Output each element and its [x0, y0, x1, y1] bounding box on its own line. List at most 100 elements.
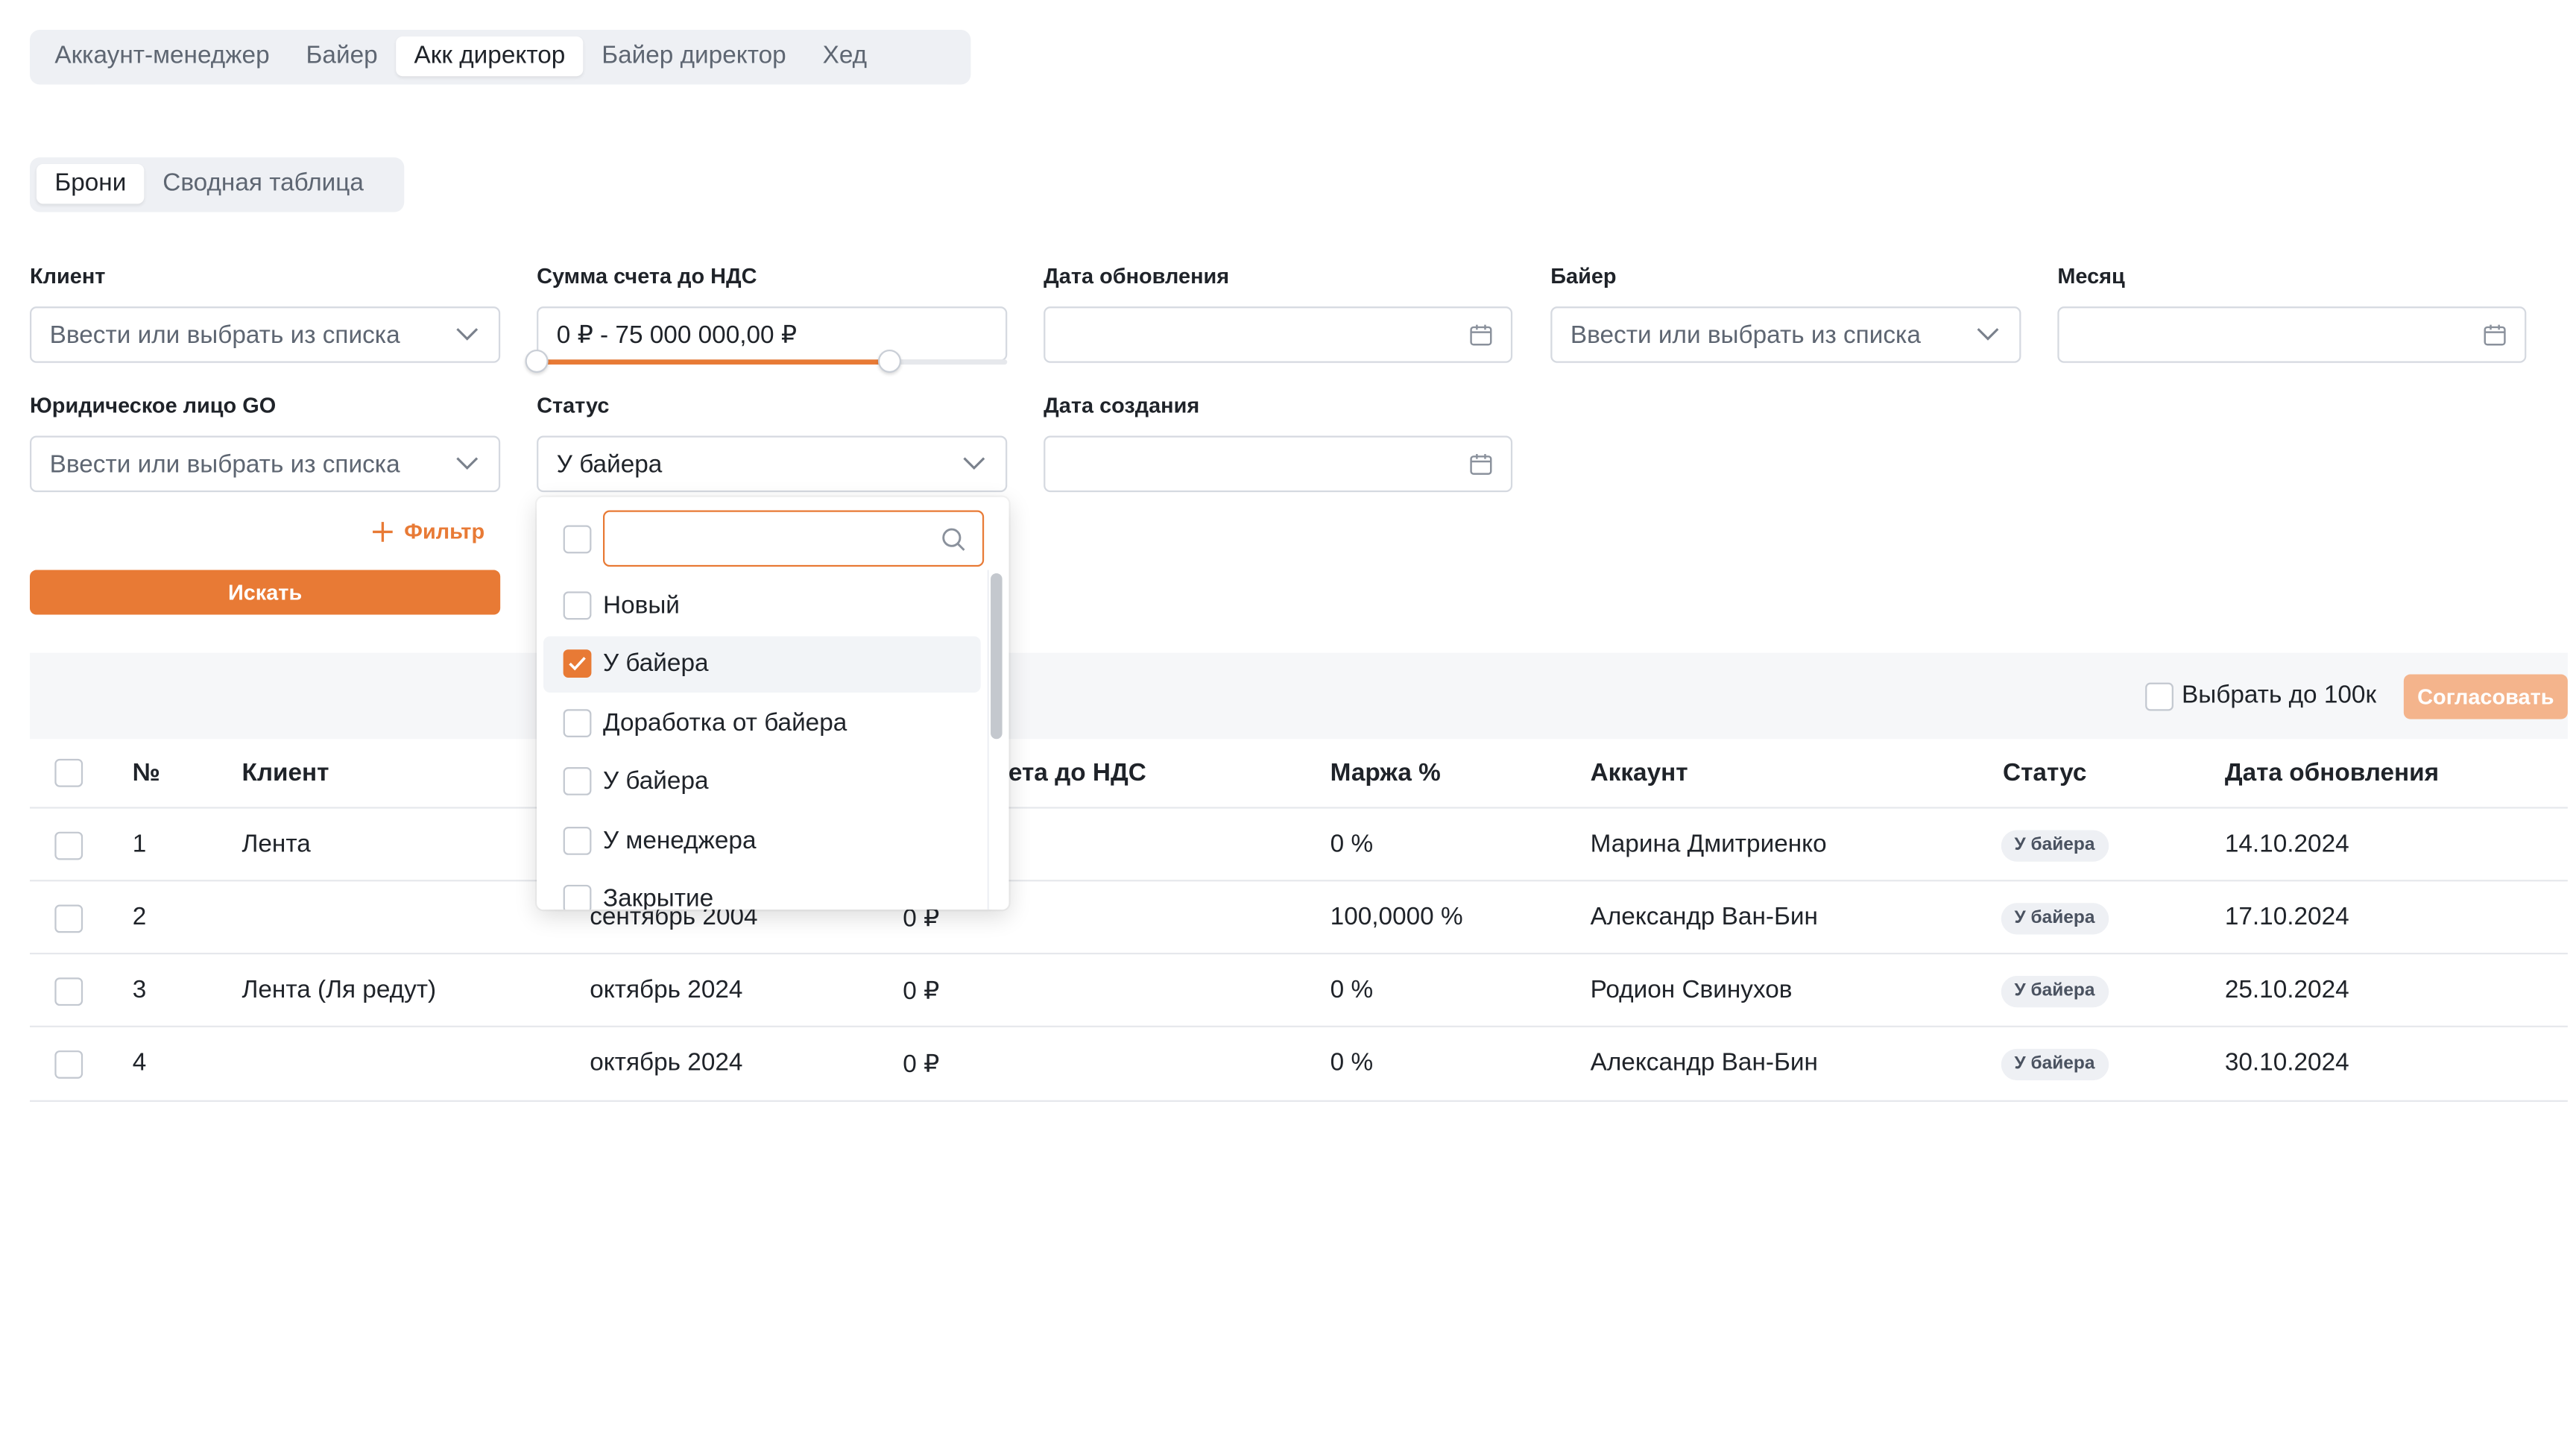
row-account: Александр Ван-Бин [1590, 903, 1818, 932]
status-option-closing[interactable]: Закрытие [543, 872, 981, 910]
row-month: октябрь 2024 [590, 976, 743, 1004]
status-badge: У байера [2001, 903, 2109, 935]
status-select-value: У байера [556, 450, 663, 479]
check-icon [569, 657, 586, 671]
status-option-buyer-revision[interactable]: Доработка от байера [543, 696, 981, 752]
tab-bookings[interactable]: Брони [36, 164, 145, 204]
status-option-at-buyer-2[interactable]: У байера [543, 754, 981, 810]
client-label: Клиент [30, 263, 106, 289]
approve-button[interactable]: Согласовать [2403, 674, 2568, 719]
option-checkbox[interactable] [563, 827, 592, 855]
table-row[interactable]: 2 сентябрь 2004 0 ₽ 100,0000 % Александр… [30, 880, 2568, 954]
client-select[interactable]: Ввести или выбрать из списка [30, 306, 501, 363]
chevron-down-icon [456, 328, 479, 341]
select-100k-label: Выбрать до 100к [2182, 681, 2377, 710]
month-label: Месяц [2057, 263, 2125, 289]
option-checkbox[interactable] [563, 884, 592, 910]
row-margin: 0 % [1330, 830, 1374, 859]
column-header-status: Статус [2003, 758, 2087, 787]
create-date-label: Дата создания [1044, 392, 1200, 418]
row-updated: 17.10.2024 [2224, 903, 2349, 932]
amount-slider-min-handle[interactable] [525, 349, 549, 374]
option-label: Новый [602, 591, 680, 620]
view-tabs: Брони Сводная таблица [30, 157, 405, 212]
row-number: 4 [132, 1048, 147, 1077]
chevron-down-icon [456, 457, 479, 470]
chevron-down-icon [963, 457, 985, 470]
status-badge: У байера [2001, 976, 2109, 1008]
row-checkbox[interactable] [54, 904, 83, 933]
status-search-input[interactable] [602, 510, 985, 567]
row-checkbox[interactable] [54, 831, 83, 860]
option-label: Закрытие [602, 884, 714, 910]
role-tabs: Аккаунт-менеджер Байер Акк директор Байе… [30, 30, 971, 85]
status-option-new[interactable]: Новый [543, 579, 981, 635]
page: Аккаунт-менеджер Байер Акк директор Байе… [0, 0, 2576, 1453]
tab-buyer-director[interactable]: Байер директор [584, 37, 804, 76]
buyer-label: Байер [1550, 263, 1617, 289]
row-updated: 30.10.2024 [2224, 1048, 2349, 1077]
tab-head[interactable]: Хед [804, 37, 885, 76]
add-filter-link[interactable]: Фильтр [371, 519, 484, 543]
row-number: 1 [132, 830, 147, 859]
row-client: Лента [242, 830, 311, 859]
row-updated: 25.10.2024 [2224, 976, 2349, 1004]
update-date-label: Дата обновления [1044, 263, 1230, 289]
status-select[interactable]: У байера [537, 435, 1008, 493]
table-row[interactable]: 3 Лента (Ля редут) октябрь 2024 0 ₽ 0 % … [30, 952, 2568, 1027]
plus-icon [373, 520, 393, 541]
option-label: У байера [602, 767, 709, 795]
status-dropdown: Новый У байера Доработка от байера У бай… [537, 497, 1009, 910]
table-row[interactable]: 1 Лента 0 % Марина Дмитриенко У байера 1… [30, 807, 2568, 881]
row-month: октябрь 2024 [590, 1048, 743, 1077]
month-input[interactable] [2057, 306, 2527, 363]
update-date-input[interactable] [1044, 306, 1513, 363]
column-header-client: Клиент [242, 758, 329, 787]
calendar-icon [2484, 324, 2506, 346]
search-icon [942, 528, 965, 551]
option-checkbox[interactable] [563, 709, 592, 738]
status-option-at-manager[interactable]: У менеджера [543, 813, 981, 870]
column-header-margin: Маржа % [1330, 758, 1441, 787]
amount-range-input[interactable]: 0 ₽ - 75 000 000,00 ₽ [537, 306, 1008, 362]
legal-entity-placeholder: Ввести или выбрать из списка [49, 450, 400, 479]
calendar-icon [1470, 453, 1492, 475]
create-date-input[interactable] [1044, 435, 1513, 493]
amount-range-value: 0 ₽ - 75 000 000,00 ₽ [556, 321, 798, 350]
row-checkbox[interactable] [54, 977, 83, 1006]
column-header-amount: чета до НДС [994, 758, 1146, 787]
option-checkbox[interactable] [563, 591, 592, 620]
option-checkbox[interactable] [563, 767, 592, 795]
option-checkbox[interactable] [563, 649, 592, 678]
row-number: 3 [132, 976, 147, 1004]
status-label: Статус [537, 392, 610, 418]
select-all-checkbox[interactable] [54, 758, 83, 787]
option-label: Доработка от байера [602, 709, 847, 738]
dropdown-scrollbar[interactable] [991, 573, 1003, 740]
buyer-select[interactable]: Ввести или выбрать из списка [1550, 306, 2021, 363]
row-margin: 100,0000 % [1330, 903, 1463, 932]
legal-entity-select[interactable]: Ввести или выбрать из списка [30, 435, 501, 493]
select-100k-checkbox[interactable] [2145, 682, 2174, 711]
row-checkbox[interactable] [54, 1050, 83, 1079]
select-all-statuses-checkbox[interactable] [563, 525, 592, 554]
dropdown-scroll-track [987, 570, 989, 910]
amount-slider-max-handle[interactable] [877, 349, 902, 374]
row-margin: 0 % [1330, 1048, 1374, 1077]
status-option-at-buyer[interactable]: У байера [543, 636, 981, 693]
row-number: 2 [132, 903, 147, 932]
legal-entity-label: Юридическое лицо GO [30, 392, 277, 418]
table-row[interactable]: 4 октябрь 2024 0 ₽ 0 % Александр Ван-Бин… [30, 1025, 2568, 1102]
tab-buyer[interactable]: Байер [288, 37, 396, 76]
row-updated: 14.10.2024 [2224, 830, 2349, 859]
tab-account-manager[interactable]: Аккаунт-менеджер [37, 37, 288, 76]
column-header-number: № [132, 758, 160, 787]
tab-summary-table[interactable]: Сводная таблица [145, 164, 382, 204]
row-amount: 0 ₽ [903, 1050, 940, 1079]
chevron-down-icon [1977, 328, 1999, 341]
amount-slider-fill [537, 359, 890, 365]
buyer-placeholder: Ввести или выбрать из списка [1570, 321, 1921, 350]
search-button[interactable]: Искать [30, 570, 501, 615]
option-label: У менеджера [602, 827, 757, 855]
tab-account-director[interactable]: Акк директор [396, 36, 584, 77]
